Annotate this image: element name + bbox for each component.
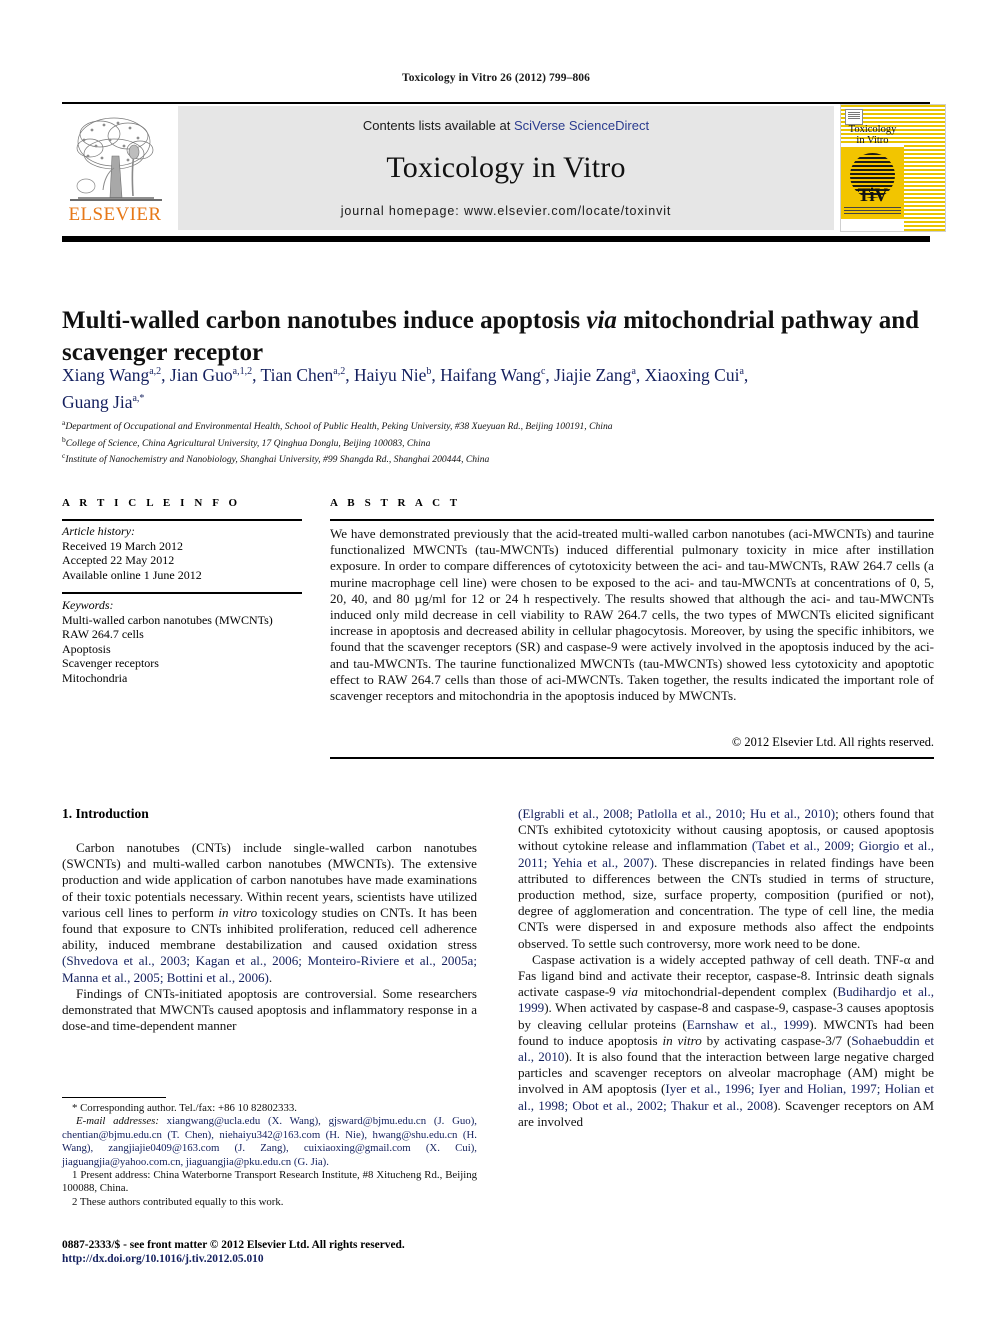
keyword-item: Apoptosis — [62, 641, 111, 656]
cover-tiv-logo: TiV — [857, 185, 888, 206]
article-history: Article history: Received 19 March 2012 … — [62, 524, 312, 582]
keyword-item: Multi-walled carbon nanotubes (MWCNTs) — [62, 612, 273, 627]
cover-back-stripes — [904, 105, 945, 231]
section-heading-introduction: 1. Introduction — [62, 806, 149, 821]
abstract-heading: A B S T R A C T — [330, 497, 461, 509]
contents-prefix: Contents lists available at — [362, 118, 514, 133]
cover-title-line1: Toxicology — [848, 124, 897, 135]
footnote-present-address: 1 Present address: China Waterborne Tran… — [62, 1169, 477, 1195]
keyword-item: Scavenger receptors — [62, 656, 159, 671]
history-accepted: Accepted 22 May 2012 — [62, 553, 175, 568]
article-history-label: Article history: — [62, 524, 135, 538]
affiliation-b: bCollege of Science, China Agricultural … — [62, 434, 431, 449]
intro1-c: . — [268, 969, 273, 985]
doi-link[interactable]: http://dx.doi.org/10.1016/j.tiv.2012.05.… — [62, 1252, 482, 1266]
keyword-item: Mitochondria — [62, 670, 128, 685]
title-italic-via: via — [586, 306, 617, 334]
journal-homepage-link[interactable]: journal homepage: www.elsevier.com/locat… — [178, 204, 834, 218]
paper-page: Toxicology in Vitro 26 (2012) 799–806 EL… — [0, 0, 992, 1323]
elsevier-logo-baseline — [70, 199, 162, 201]
keyword-item: RAW 264.7 cells — [62, 627, 144, 642]
footnote-equal-contribution: 2 These authors contributed equally to t… — [72, 1195, 284, 1208]
citation-group[interactable]: Earnshaw et al., 1999 — [687, 1017, 809, 1032]
article-info-rule-top — [62, 519, 302, 522]
elsevier-tree-icon — [70, 110, 162, 202]
journal-band: Contents lists available at SciVerse Sci… — [178, 106, 834, 230]
keywords-label: Keywords: — [62, 598, 114, 612]
paragraph-intro-2: Findings of CNTs-initiated apoptosis are… — [62, 985, 477, 1034]
paragraph-intro-4: Caspase activation is a widely accepted … — [518, 952, 934, 1130]
article-info-rule-mid — [62, 592, 302, 595]
elsevier-logo: ELSEVIER — [62, 106, 168, 230]
issn-copyright-line: 0887-2333/$ - see front matter © 2012 El… — [62, 1239, 405, 1251]
author-list: Xiang Wanga,2, Jian Guoa,1,2, Tian Chena… — [62, 364, 749, 412]
cover-journal-title: Toxicology in Vitro — [841, 124, 904, 146]
cover-title-line2: in Vitro — [856, 134, 889, 146]
intro1-italic-invitro: in vitro — [218, 904, 258, 920]
citation-group[interactable]: (Elgrabli et al., 2008; Patlolla et al.,… — [518, 806, 835, 821]
intro4-e: by activating caspase-3/7 ( — [701, 1032, 852, 1048]
abstract-text: We have demonstrated previously that the… — [330, 526, 934, 704]
footnote-rule — [62, 1097, 166, 1099]
intro4-italic-via: via — [621, 984, 638, 1000]
affiliation-c: cInstitute of Nanochemistry and Nanobiol… — [62, 451, 490, 466]
intro4-b: mitochondrial-dependent complex ( — [637, 984, 838, 1000]
footnote-email-addresses: E-mail addresses: xiangwang@ucla.edu (X.… — [62, 1115, 477, 1169]
intro4-italic-invitro: in vitro — [662, 1032, 702, 1048]
page-footer: 0887-2333/$ - see front matter © 2012 El… — [62, 1238, 482, 1266]
sciencedirect-link[interactable]: SciVerse ScienceDirect — [514, 118, 649, 133]
copyright-line: © 2012 Elsevier Ltd. All rights reserved… — [731, 735, 934, 749]
journal-masthead: ELSEVIER Contents lists available at Sci… — [62, 104, 946, 232]
cover-corner-icon — [845, 109, 863, 125]
footnote-block: * Corresponding author. Tel./fax: +86 10… — [62, 1102, 477, 1209]
paragraph-intro-1: Carbon nanotubes (CNTs) include single-w… — [62, 840, 477, 986]
affiliation-a: aDepartment of Occupational and Environm… — [62, 418, 613, 433]
email-addresses-label: E-mail addresses: — [76, 1115, 159, 1128]
title-part1: Multi-walled carbon nanotubes induce apo… — [62, 306, 587, 334]
masthead-bottom-rule — [62, 236, 930, 242]
affiliation-list: aDepartment of Occupational and Environm… — [62, 417, 942, 467]
history-received: Received 19 March 2012 — [62, 538, 183, 553]
body-column-right: (Elgrabli et al., 2008; Patlolla et al.,… — [518, 806, 934, 1130]
cover-fineprint — [844, 207, 901, 216]
elsevier-wordmark: ELSEVIER — [68, 204, 162, 225]
cover-yellow-panel: TiV — [841, 147, 904, 219]
journal-title: Toxicology in Vitro — [386, 151, 626, 184]
running-head: Toxicology in Vitro 26 (2012) 799–806 — [401, 72, 591, 84]
cover-front-face: Toxicology in Vitro TiV — [841, 105, 904, 231]
keyword-list: Keywords: Multi-walled carbon nanotubes … — [62, 598, 312, 686]
paragraph-intro-3: (Elgrabli et al., 2008; Patlolla et al.,… — [518, 806, 934, 952]
history-available-online: Available online 1 June 2012 — [62, 567, 202, 582]
article-info-heading: A R T I C L E I N F O — [62, 497, 241, 509]
abstract-rule-bottom — [330, 757, 934, 760]
footnote-corresponding-author: * Corresponding author. Tel./fax: +86 10… — [72, 1102, 297, 1114]
abstract-rule-top — [330, 519, 934, 522]
contents-list-line: Contents lists available at SciVerse Sci… — [178, 118, 834, 133]
body-column-left: Carbon nanotubes (CNTs) include single-w… — [62, 840, 477, 1034]
journal-cover-thumbnail: Toxicology in Vitro TiV — [840, 104, 946, 232]
